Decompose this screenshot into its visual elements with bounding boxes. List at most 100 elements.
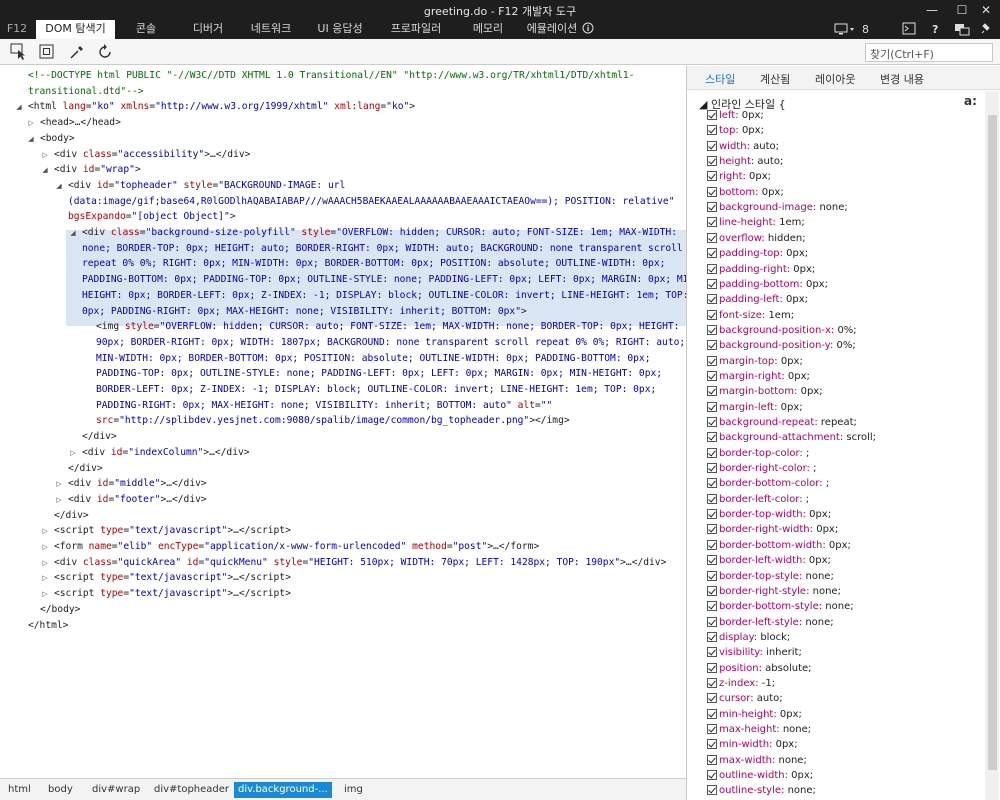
color-picker-icon[interactable] <box>68 43 86 61</box>
breadcrumb-div-background[interactable]: div.background-... <box>234 782 332 798</box>
dom-node-line[interactable]: 90px; BORDER-RIGHT: 0px; WIDTH: 1807px; … <box>96 335 685 351</box>
dom-node-line[interactable]: <div id="topheader" style="BACKGROUND-IM… <box>68 178 345 194</box>
dom-node-line[interactable]: <head>…</head> <box>40 115 121 131</box>
dom-node-line[interactable]: </div> <box>82 429 117 445</box>
property-text[interactable]: border-left-color: ; <box>719 492 809 507</box>
property-checkbox[interactable] <box>707 555 717 566</box>
pin-icon[interactable] <box>980 22 994 37</box>
property-checkbox[interactable] <box>707 647 717 658</box>
tree-expand-toggle[interactable]: ◢ <box>27 131 35 147</box>
tab-changes[interactable]: 변경 내용 <box>880 71 924 87</box>
property-text[interactable]: margin-right: 0px; <box>719 369 810 384</box>
property-text[interactable]: min-width: 0px; <box>719 737 798 752</box>
property-text[interactable]: border-top-width: 0px; <box>719 507 831 522</box>
property-checkbox[interactable] <box>707 324 717 335</box>
property-checkbox[interactable] <box>707 263 717 274</box>
tree-expand-toggle[interactable]: ▷ <box>69 445 77 461</box>
property-text[interactable]: line-height: 1em; <box>719 215 805 230</box>
minimize-icon[interactable]: — <box>924 2 940 18</box>
dom-node-line[interactable]: <div class="background-size-polyfill" st… <box>82 225 677 241</box>
info-icon[interactable] <box>582 22 594 37</box>
property-text[interactable]: border-top-style: none; <box>719 569 834 584</box>
property-checkbox[interactable] <box>707 754 717 765</box>
tab-memory[interactable]: 메모리 <box>462 20 514 39</box>
property-text[interactable]: background-position-y: 0%; <box>719 338 856 353</box>
property-text[interactable]: margin-left: 0px; <box>719 400 803 415</box>
property-text[interactable]: margin-bottom: 0px; <box>719 384 823 399</box>
dom-node-line[interactable]: <div id="indexColumn">…</div> <box>82 445 250 461</box>
property-text[interactable]: border-left-width: 0px; <box>719 553 831 568</box>
dom-tree-panel[interactable]: <!--DOCTYPE html PUBLIC "-//W3C//DTD XHT… <box>0 66 686 774</box>
property-text[interactable]: border-bottom-color: ; <box>719 476 829 491</box>
property-checkbox[interactable] <box>707 570 717 581</box>
dom-node-line[interactable]: BORDER-LEFT: 0px; Z-INDEX: -1; DISPLAY: … <box>96 382 656 398</box>
dom-node-line[interactable]: MIN-WIDTH: 0px; BORDER-BOTTOM: 0px; POSI… <box>96 351 651 367</box>
find-input[interactable]: 찾기(Ctrl+F) <box>865 43 993 62</box>
dom-node-line[interactable]: <div id="wrap"> <box>54 162 141 178</box>
dom-node-line[interactable]: bgsExpando="[object Object]"> <box>68 209 236 225</box>
property-checkbox[interactable] <box>707 248 717 259</box>
property-text[interactable]: margin-top: 0px; <box>719 354 803 369</box>
dom-node-line[interactable]: <div class="accessibility">…</div> <box>54 147 250 163</box>
property-checkbox[interactable] <box>707 616 717 627</box>
dom-node-line[interactable]: <script type="text/javascript">…</script… <box>54 570 291 586</box>
property-checkbox[interactable] <box>707 232 717 243</box>
property-checkbox[interactable] <box>707 631 717 642</box>
property-text[interactable]: height: auto; <box>719 154 783 169</box>
property-checkbox[interactable] <box>707 524 717 535</box>
dom-node-line[interactable]: (data:image/gif;base64,R0lGODlhAQABAIABA… <box>68 194 674 210</box>
maximize-icon[interactable]: ☐ <box>954 2 970 18</box>
property-checkbox[interactable] <box>707 417 717 427</box>
new-rule-icon[interactable]: a: <box>964 94 977 108</box>
property-text[interactable]: overflow: hidden; <box>719 231 806 246</box>
tab-network[interactable]: 네트워크 <box>242 20 300 39</box>
property-text[interactable]: border-left-style: none; <box>719 615 834 630</box>
tree-expand-toggle[interactable]: ◢ <box>41 162 49 178</box>
property-text[interactable]: background-image: none; <box>719 200 848 215</box>
tab-dom-explorer[interactable]: DOM 탐색기 <box>36 20 115 39</box>
tree-expand-toggle[interactable]: ▷ <box>41 147 49 163</box>
property-checkbox[interactable] <box>707 493 717 504</box>
property-checkbox[interactable] <box>707 125 717 136</box>
dom-node-line[interactable]: </div> <box>68 461 103 477</box>
tree-expand-toggle[interactable]: ▷ <box>27 115 35 131</box>
breadcrumb-div-wrap[interactable]: div#wrap <box>92 782 140 798</box>
property-text[interactable]: max-width: none; <box>719 753 807 768</box>
property-text[interactable]: right: 0px; <box>719 169 771 184</box>
property-text[interactable]: border-right-width: 0px; <box>719 522 838 537</box>
property-checkbox[interactable] <box>707 278 717 289</box>
tree-expand-toggle[interactable]: ▷ <box>41 555 49 571</box>
dom-node-line[interactable]: <body> <box>40 131 75 147</box>
tree-expand-toggle[interactable]: ▷ <box>41 539 49 555</box>
property-text[interactable]: padding-left: 0px; <box>719 292 808 307</box>
tree-expand-toggle[interactable]: ▷ <box>41 523 49 539</box>
property-text[interactable]: border-bottom-width: 0px; <box>719 538 851 553</box>
breadcrumb-div-topheader[interactable]: div#topheader <box>154 782 229 798</box>
property-text[interactable]: outline-width: 0px; <box>719 768 813 783</box>
dom-node-line[interactable]: <div class="quickArea" id="quickMenu" st… <box>54 555 666 571</box>
property-text[interactable]: border-bottom-style: none; <box>719 599 854 614</box>
dom-node-line[interactable]: src="http://splibdev.yesjnet.com:9080/sp… <box>96 413 570 429</box>
property-text[interactable]: padding-top: 0px; <box>719 246 808 261</box>
tree-expand-toggle[interactable]: ◢ <box>15 99 23 115</box>
property-checkbox[interactable] <box>707 693 717 704</box>
property-text[interactable]: padding-right: 0px; <box>719 262 815 277</box>
property-text[interactable]: position: absolute; <box>719 661 812 676</box>
breadcrumb-body[interactable]: body <box>48 782 73 798</box>
property-checkbox[interactable] <box>707 309 717 320</box>
property-text[interactable]: cursor: auto; <box>719 691 783 706</box>
monitor-dropdown-icon[interactable] <box>834 22 856 37</box>
tab-computed[interactable]: 계산됨 <box>760 71 790 87</box>
property-text[interactable]: border-right-style: none; <box>719 584 841 599</box>
dom-node-line[interactable]: </div> <box>54 508 89 524</box>
dom-node-line[interactable]: <div id="middle">…</div> <box>68 476 207 492</box>
dom-node-line[interactable]: <img style="OVERFLOW: hidden; CURSOR: au… <box>96 319 679 335</box>
dom-node-line[interactable]: </html> <box>28 618 68 634</box>
close-icon[interactable]: ✕ <box>978 2 994 18</box>
error-count[interactable]: 8 <box>862 22 872 37</box>
property-text[interactable]: border-top-color: ; <box>719 446 809 461</box>
tree-expand-toggle[interactable]: ▷ <box>55 476 63 492</box>
scrollbar-thumb[interactable] <box>988 115 997 770</box>
tab-ui-responsiveness[interactable]: UI 응답성 <box>308 20 372 39</box>
tab-styles[interactable]: 스타일 <box>705 71 735 87</box>
